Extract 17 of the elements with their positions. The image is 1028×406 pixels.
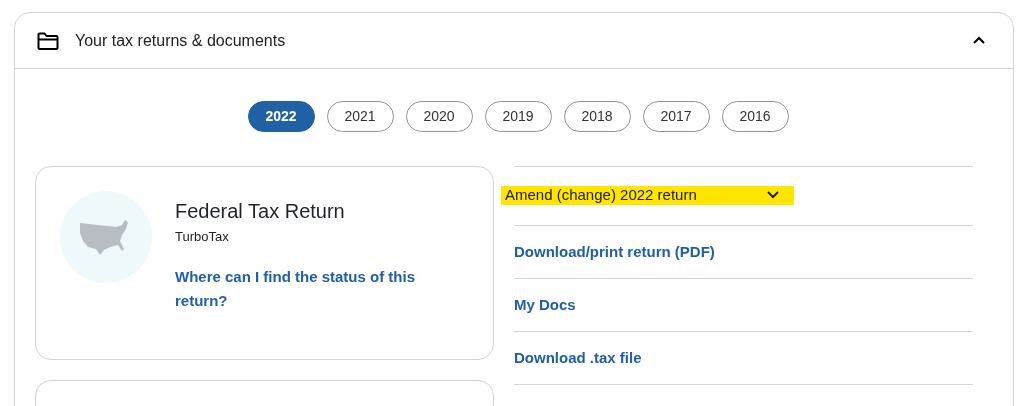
card-title: Federal Tax Return: [175, 199, 346, 224]
action-link[interactable]: Download .tax file: [514, 346, 642, 370]
action-link[interactable]: My Docs: [514, 293, 576, 317]
year-tab[interactable]: 2018: [563, 101, 631, 132]
action-link[interactable]: Download/print return (PDF): [514, 240, 715, 264]
year-tab[interactable]: 2019: [484, 101, 552, 132]
year-tab[interactable]: 2021: [326, 101, 394, 132]
year-tab[interactable]: 2020: [405, 101, 473, 132]
card-subtitle: TurboTax: [175, 228, 230, 246]
folder-icon: [37, 31, 59, 50]
year-tab[interactable]: 2022: [247, 101, 315, 132]
status-link[interactable]: Where can I find the status of this return?: [175, 264, 445, 313]
amend-dropdown[interactable]: Amend (change) 2022 return: [501, 185, 794, 205]
year-tab[interactable]: 2016: [721, 101, 789, 132]
chevron-icon: [766, 190, 780, 200]
year-tab[interactable]: 2017: [642, 101, 710, 132]
section-title: Your tax returns & documents: [75, 30, 286, 51]
